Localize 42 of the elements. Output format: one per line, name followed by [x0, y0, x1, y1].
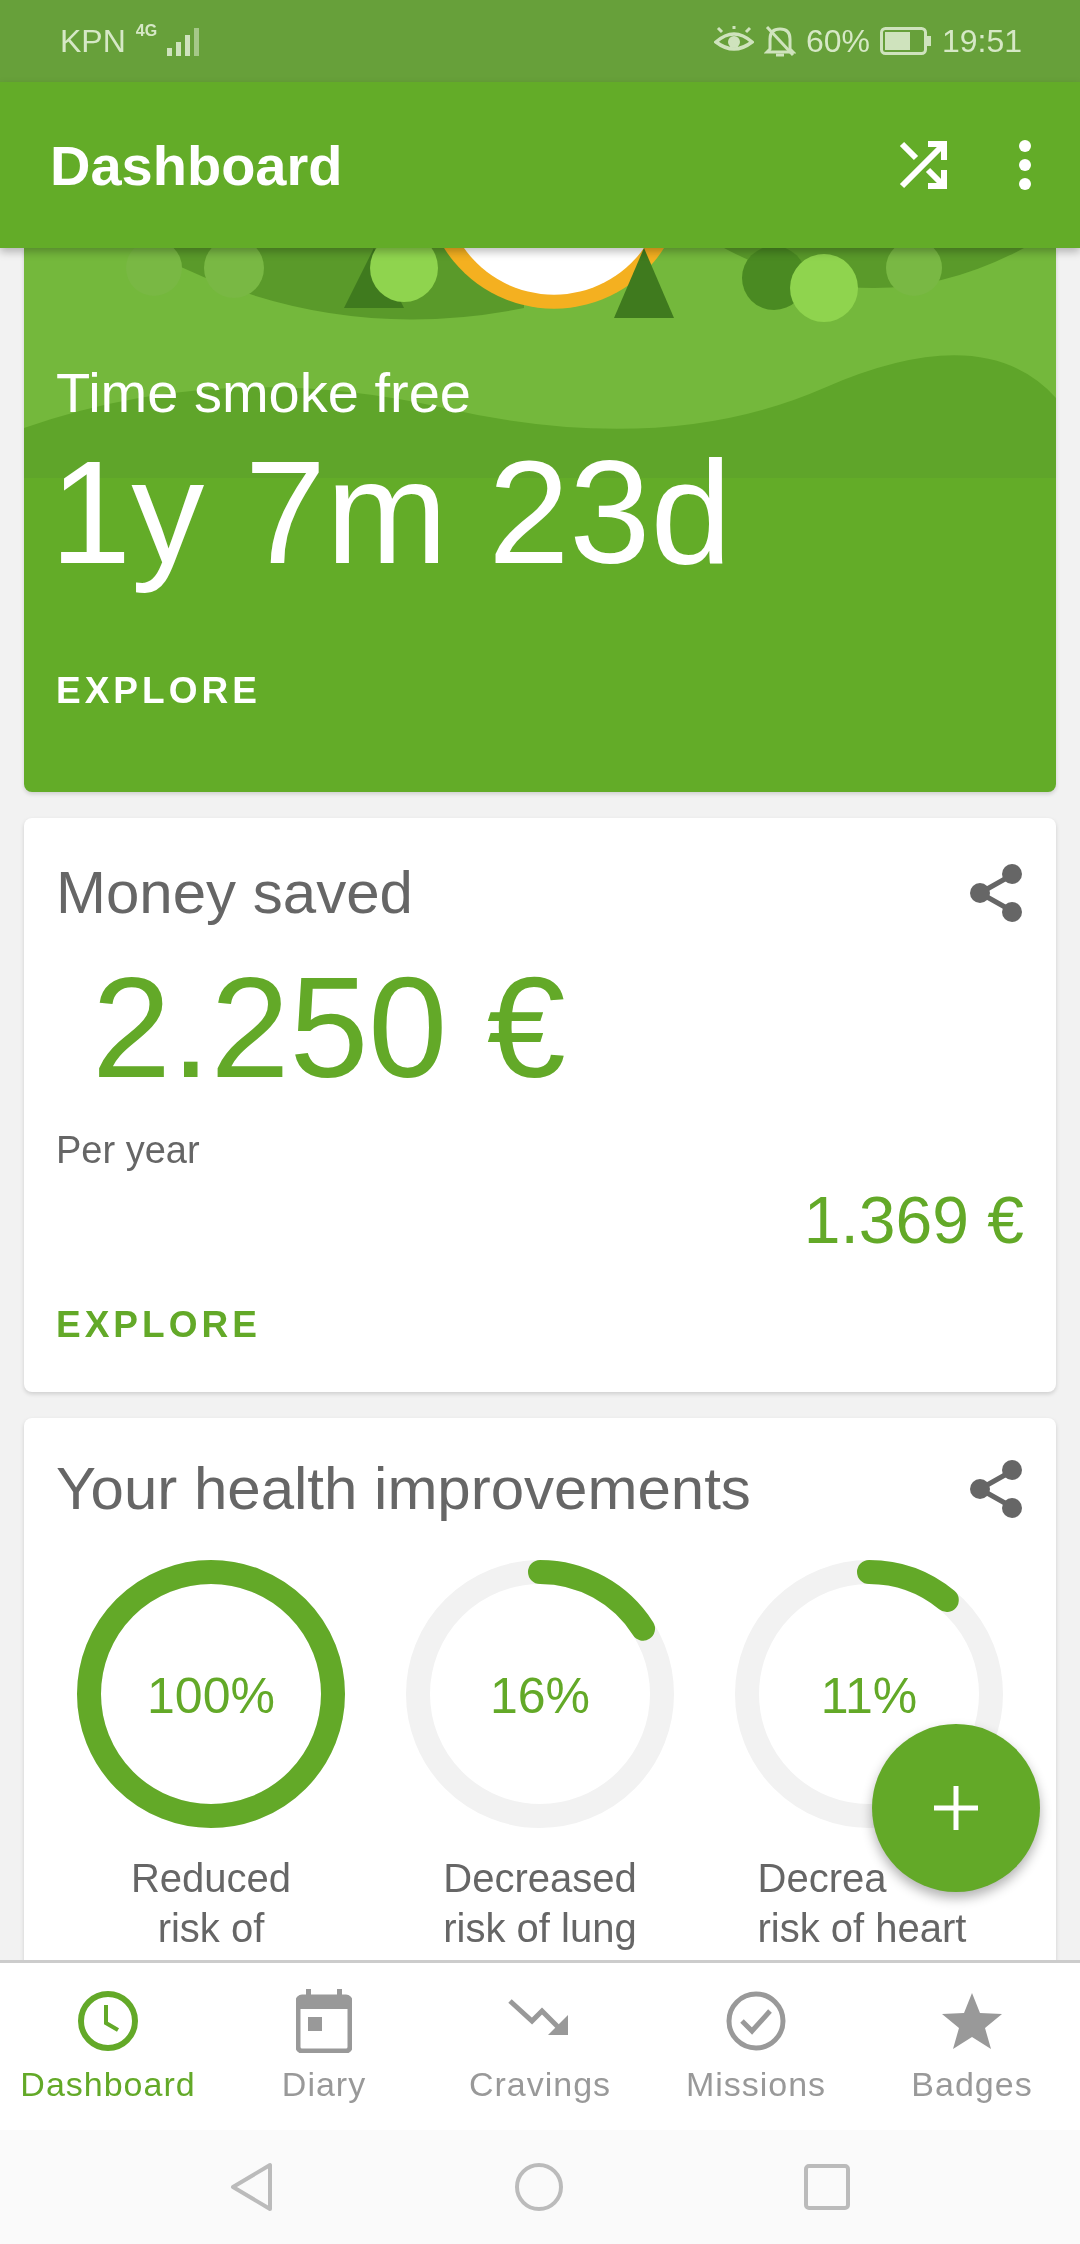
- shuffle-icon[interactable]: [898, 140, 948, 190]
- share-icon[interactable]: [968, 1458, 1024, 1519]
- plus-icon: [934, 1786, 978, 1830]
- improvement-label: risk of: [157, 1905, 265, 1952]
- percentage-value: 100%: [146, 1667, 276, 1725]
- muted-bell-icon: [763, 24, 796, 58]
- improvement-label: risk of heart: [757, 1905, 967, 1952]
- screen-title: Dashboard: [50, 132, 343, 198]
- percentage-value: 16%: [488, 1667, 592, 1725]
- battery-icon: [879, 27, 932, 55]
- money-amount: 2.250 €: [92, 947, 566, 1109]
- improvement-label: Decreased: [443, 1855, 637, 1902]
- card-title: Money saved: [56, 858, 413, 927]
- secondary-amount: 1.369 €: [803, 1182, 1024, 1259]
- nav-tab[interactable]: Badges: [864, 1963, 1080, 2130]
- battery-percentage: 60%: [805, 22, 870, 60]
- share-icon[interactable]: [968, 862, 1024, 923]
- explore-button[interactable]: EXPLORE: [56, 670, 261, 713]
- smoke-free-duration: 1y 7m 23d: [50, 430, 732, 596]
- nav-tab[interactable]: Diary: [216, 1963, 432, 2130]
- nav-tab[interactable]: Cravings: [432, 1963, 648, 2130]
- nav-tab[interactable]: Missions: [648, 1963, 864, 2130]
- explore-button[interactable]: EXPLORE: [56, 1304, 261, 1347]
- recents-icon[interactable]: [804, 2164, 850, 2210]
- percentage-value: 11%: [819, 1667, 919, 1725]
- improvement-label: risk of lung: [443, 1905, 637, 1952]
- network-type: 4G: [135, 22, 158, 40]
- calendar-icon: [296, 1989, 352, 2053]
- more-options-icon[interactable]: [1018, 139, 1032, 191]
- card-title: Time smoke free: [56, 360, 471, 425]
- improvement-label: Decrea: [757, 1855, 887, 1902]
- card-title: Your health improvements: [56, 1454, 751, 1523]
- period-label: Per year: [56, 1129, 200, 1173]
- carrier-name: KPN: [60, 22, 126, 60]
- clock-icon: [76, 1989, 140, 2053]
- signal-icon: [167, 26, 202, 56]
- home-icon[interactable]: [514, 2162, 564, 2212]
- checkmark-circle-icon: [724, 1989, 788, 2053]
- back-icon[interactable]: [230, 2162, 274, 2212]
- nav-tab[interactable]: Dashboard: [0, 1963, 216, 2130]
- clock-time: 19:51: [941, 22, 1022, 60]
- improvement-label: Reduced: [130, 1855, 292, 1902]
